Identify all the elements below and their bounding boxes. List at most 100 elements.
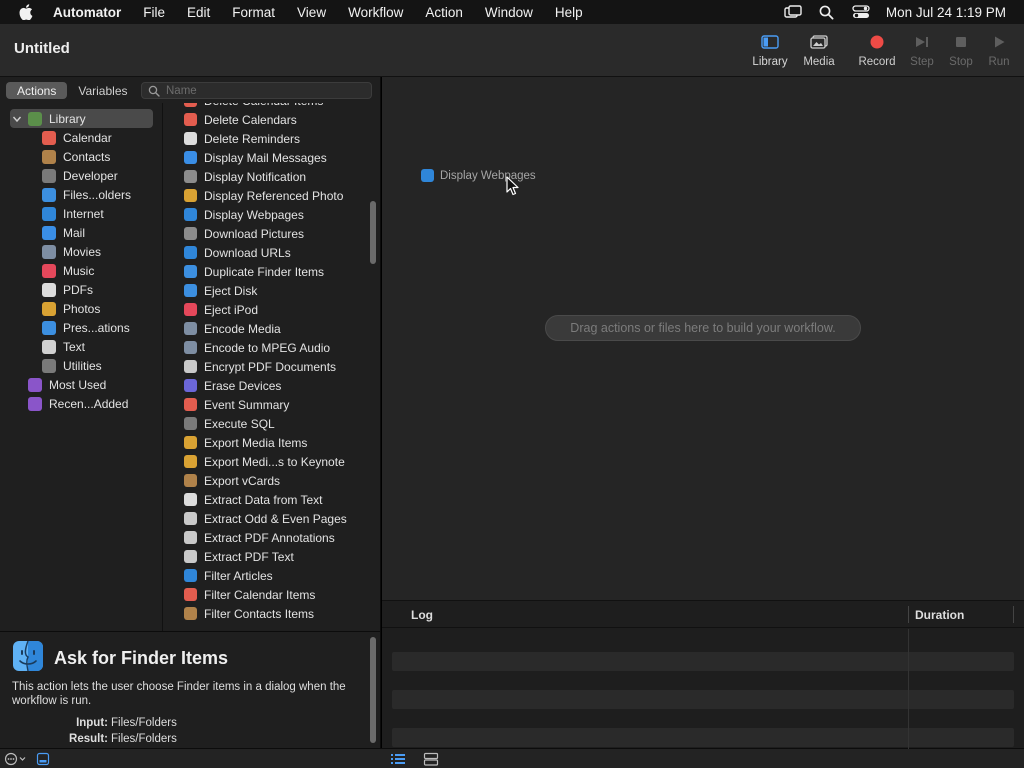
library-item-most-used[interactable]: Most Used [0, 375, 163, 394]
menu-workflow[interactable]: Workflow [348, 5, 403, 20]
record-toolbar-button[interactable]: Record [854, 32, 900, 74]
library-toolbar-label: Library [752, 56, 788, 68]
library-item-music[interactable]: Music [0, 261, 163, 280]
action-item[interactable]: Delete Calendars [184, 110, 364, 129]
media-icon [810, 32, 828, 52]
action-icon [184, 379, 197, 392]
log-column-header[interactable]: Log [411, 608, 433, 622]
menu-app-name[interactable]: Automator [53, 5, 121, 20]
action-icon [184, 284, 197, 297]
action-menu-icon[interactable] [4, 752, 28, 768]
library-item-library[interactable]: Library [10, 109, 153, 128]
action-item[interactable]: Encode to MPEG Audio [184, 338, 364, 357]
description-toggle-icon[interactable] [36, 752, 50, 768]
action-item[interactable]: Erase Devices [184, 376, 364, 395]
library-item-contacts[interactable]: Contacts [0, 147, 163, 166]
action-icon [184, 436, 197, 449]
library-item-movies[interactable]: Movies [0, 242, 163, 261]
action-item[interactable]: Extract Data from Text [184, 490, 364, 509]
split-view-icon[interactable] [423, 752, 439, 768]
action-item[interactable]: Eject iPod [184, 300, 364, 319]
category-icon [42, 225, 56, 240]
library-item-utilities[interactable]: Utilities [0, 356, 163, 375]
action-item[interactable]: Filter Articles [184, 566, 364, 585]
menu-format[interactable]: Format [232, 5, 275, 20]
menu-bar-clock[interactable]: Mon Jul 24 1:19 PM [886, 5, 1006, 20]
library-item-label: Recen...Added [49, 396, 129, 411]
action-item[interactable]: Delete Reminders [184, 129, 364, 148]
library-item-calendar[interactable]: Calendar [0, 128, 163, 147]
library-item-text[interactable]: Text [0, 337, 163, 356]
action-item-label: Execute SQL [204, 416, 275, 431]
search-input[interactable] [166, 84, 356, 97]
action-list-scrollbar[interactable] [370, 201, 376, 264]
window-title: Untitled [14, 40, 70, 57]
action-icon [184, 531, 197, 544]
action-item[interactable]: Display Mail Messages [184, 148, 364, 167]
action-item[interactable]: Duplicate Finder Items [184, 262, 364, 281]
action-item[interactable]: Export Media Items [184, 433, 364, 452]
library-item-recen-added[interactable]: Recen...Added [0, 394, 163, 413]
action-item-label: Encode to MPEG Audio [204, 340, 331, 355]
action-item[interactable]: Display Notification [184, 167, 364, 186]
action-item[interactable]: Extract PDF Text [184, 547, 364, 566]
run-toolbar-button[interactable]: Run [976, 32, 1022, 74]
action-item[interactable]: Execute SQL [184, 414, 364, 433]
action-item[interactable]: Extract PDF Annotations [184, 528, 364, 547]
library-item-internet[interactable]: Internet [0, 204, 163, 223]
action-item[interactable]: Event Summary [184, 395, 364, 414]
menu-window[interactable]: Window [485, 5, 533, 20]
stop-icon [954, 32, 968, 52]
action-item-label: Filter Articles [204, 568, 273, 583]
library-item-label: Contacts [63, 149, 111, 164]
action-icon [184, 455, 197, 468]
log-row [392, 690, 1014, 709]
library-item-files-olders[interactable]: Files...olders [0, 185, 163, 204]
column-divider[interactable] [1013, 606, 1014, 623]
list-view-icon[interactable] [390, 752, 406, 768]
spotlight-search-icon[interactable] [816, 0, 838, 24]
control-center-icon[interactable] [850, 0, 872, 24]
apple-menu-icon[interactable] [17, 0, 35, 24]
action-icon [184, 493, 197, 506]
action-item[interactable]: Eject Disk [184, 281, 364, 300]
action-item[interactable]: Encode Media [184, 319, 364, 338]
menu-action[interactable]: Action [425, 5, 463, 20]
screen-mirroring-icon[interactable] [782, 0, 804, 24]
disclosure-chevron-icon[interactable] [12, 113, 22, 123]
action-item-label: Extract PDF Text [204, 549, 294, 564]
menu-view[interactable]: View [297, 5, 326, 20]
column-divider[interactable] [908, 606, 909, 623]
action-item-label: Erase Devices [204, 378, 282, 393]
library-item-photos[interactable]: Photos [0, 299, 163, 318]
action-search-field[interactable] [141, 82, 372, 99]
menu-help[interactable]: Help [555, 5, 583, 20]
action-item[interactable]: Export vCards [184, 471, 364, 490]
menu-file[interactable]: File [143, 5, 165, 20]
run-toolbar-label: Run [988, 56, 1010, 68]
library-item-mail[interactable]: Mail [0, 223, 163, 242]
library-item-developer[interactable]: Developer [0, 166, 163, 185]
action-item[interactable]: Download Pictures [184, 224, 364, 243]
action-item[interactable]: Download URLs [184, 243, 364, 262]
action-item[interactable]: Display Referenced Photo [184, 186, 364, 205]
description-scrollbar[interactable] [370, 637, 376, 743]
menu-edit[interactable]: Edit [187, 5, 210, 20]
action-item[interactable]: Extract Odd & Even Pages [184, 509, 364, 528]
media-toolbar-button[interactable]: Media [796, 32, 842, 74]
library-item-pdfs[interactable]: PDFs [0, 280, 163, 299]
library-toolbar-button[interactable]: Library [747, 32, 793, 74]
action-item[interactable]: Display Webpages [184, 205, 364, 224]
tab-actions[interactable]: Actions [6, 82, 68, 99]
mouse-cursor-icon [506, 176, 519, 196]
action-icon [184, 303, 197, 316]
action-item[interactable]: Filter Contacts Items [184, 604, 364, 623]
tab-variables[interactable]: Variables [67, 82, 138, 99]
action-item[interactable]: Delete Calendar Items [184, 103, 364, 110]
action-item[interactable]: Encrypt PDF Documents [184, 357, 364, 376]
action-item[interactable]: Filter Calendar Items [184, 585, 364, 604]
library-item-pres-ations[interactable]: Pres...ations [0, 318, 163, 337]
library-item-label: PDFs [63, 282, 93, 297]
duration-column-header[interactable]: Duration [915, 608, 964, 622]
action-item[interactable]: Export Medi...s to Keynote [184, 452, 364, 471]
